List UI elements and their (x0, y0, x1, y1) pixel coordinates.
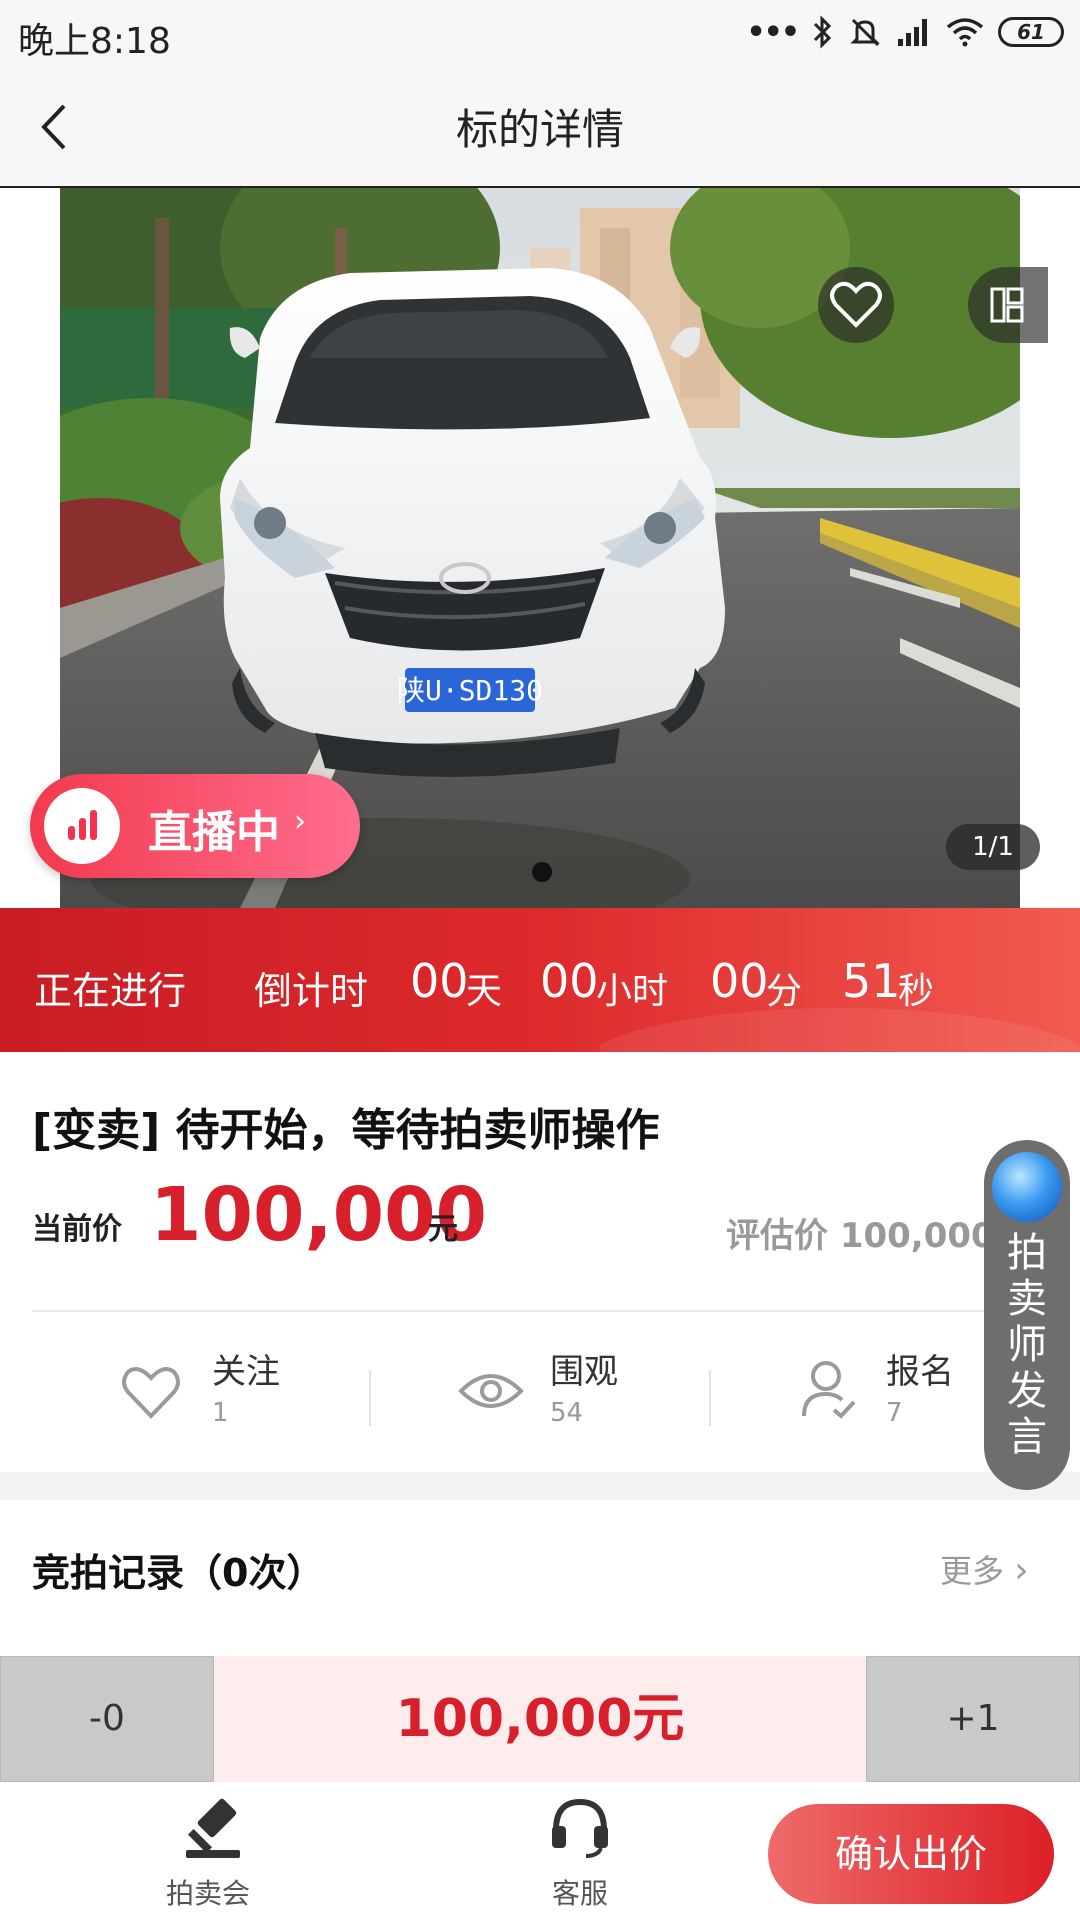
auctioneer-label-char: 拍 (1007, 1230, 1047, 1276)
auctioneer-label-char: 卖 (1007, 1276, 1047, 1322)
stat-signup[interactable]: 报名 7 (800, 1344, 1000, 1444)
countdown-label: 倒计时 (254, 969, 369, 1013)
stat-separator (709, 1370, 711, 1426)
favorite-button[interactable] (818, 267, 894, 343)
gallery-layout-button[interactable] (968, 267, 1048, 343)
heart-icon (122, 1367, 180, 1419)
stat-views: 围观 54 (458, 1344, 658, 1444)
live-stream-button[interactable]: 直播中 › (30, 774, 360, 878)
countdown-banner: 正在进行 倒计时 00 天 00 小时 00 分 51 秒 (0, 908, 1080, 1052)
auctioneer-label-char: 言 (1007, 1414, 1047, 1460)
auctioneer-speech-button[interactable]: 拍 卖 师 发 言 (984, 1140, 1070, 1490)
gavel-icon (186, 1798, 240, 1858)
increase-bid-button[interactable]: +1 (866, 1656, 1080, 1782)
auctioneer-label-char: 发 (1007, 1368, 1047, 1414)
countdown-hours-unit: 小时 (596, 971, 669, 1012)
countdown-seconds: 51 (842, 954, 901, 1008)
more-label: 更多 (940, 1552, 1005, 1590)
photo-gallery[interactable]: 陕U·SD130 直播中 › 1/1 (0, 188, 1080, 908)
bid-records-title: 竞拍记录（0次） (32, 1551, 325, 1595)
stat-signup-label: 报名 (886, 1352, 954, 1392)
status-icons: ••• 61 (746, 12, 1064, 52)
tab-auction-label: 拍卖会 (166, 1877, 251, 1910)
live-label: 直播中 (148, 807, 280, 858)
status-bar: 晚上8:18 ••• 61 (0, 0, 1080, 66)
bluetooth-icon (813, 15, 832, 49)
page-title: 标的详情 (455, 105, 624, 154)
mute-icon (850, 18, 880, 47)
current-price-unit: 元 (428, 1212, 458, 1247)
auctioneer-orb-icon (992, 1152, 1062, 1222)
eye-icon (458, 1374, 524, 1408)
stat-separator (369, 1370, 371, 1426)
live-bars-icon (44, 788, 120, 864)
countdown-seconds-unit: 秒 (898, 971, 935, 1012)
auctioneer-label-char: 师 (1007, 1322, 1047, 1368)
countdown-days-unit: 天 (466, 971, 503, 1012)
signal-icon (898, 19, 927, 46)
lot-info: [变卖] 待开始，等待拍卖师操作 当前价 100,000 元 评估价 100,0… (0, 1052, 1080, 1472)
photo-page-counter: 1/1 (946, 824, 1040, 870)
countdown-minutes-unit: 分 (766, 971, 803, 1012)
confirm-bid-button[interactable]: 确认出价 (768, 1804, 1054, 1904)
stat-follow-count: 1 (212, 1398, 229, 1428)
countdown-days: 00 (410, 954, 469, 1008)
carousel-dot[interactable] (532, 862, 552, 882)
tab-service[interactable]: 客服 (530, 1794, 630, 1914)
user-check-icon (802, 1361, 856, 1419)
headset-icon (552, 1798, 608, 1858)
divider (32, 1310, 1048, 1312)
stat-views-label: 围观 (550, 1352, 618, 1392)
stat-signup-count: 7 (886, 1398, 903, 1428)
auctioneer-label: 拍 卖 师 发 言 (984, 1230, 1070, 1460)
chevron-right-icon: › (294, 804, 306, 839)
more-dots-icon: ••• (746, 14, 800, 50)
stat-views-count: 54 (550, 1398, 584, 1428)
current-price-label: 当前价 (32, 1212, 122, 1247)
lot-title: [变卖] 待开始，等待拍卖师操作 (32, 1105, 660, 1156)
nav-bar: 标的详情 (0, 66, 1080, 188)
stat-follow[interactable]: 关注 1 (118, 1344, 318, 1444)
battery-icon: 61 (998, 17, 1064, 47)
chevron-right-icon: › (1014, 1550, 1029, 1591)
auction-status: 正在进行 (34, 969, 187, 1013)
tab-service-label: 客服 (552, 1877, 609, 1910)
stat-follow-label: 关注 (212, 1352, 280, 1392)
wifi-icon (946, 18, 984, 47)
bottom-bar: 拍卖会 客服 确认出价 (0, 1784, 1080, 1920)
countdown-hours: 00 (540, 954, 599, 1008)
bid-records-section: 竞拍记录（0次） 更多 › (0, 1500, 1080, 1656)
status-time: 晚上8:18 (18, 21, 171, 62)
tab-auction[interactable]: 拍卖会 (150, 1794, 280, 1914)
decrease-bid-button[interactable]: -0 (0, 1656, 214, 1782)
svg-text:陕U·SD130: 陕U·SD130 (397, 674, 543, 707)
bid-stepper: -0 100,000元 +1 (0, 1656, 1080, 1784)
countdown-minutes: 00 (710, 954, 769, 1008)
grid-layout-icon (990, 287, 1024, 323)
heart-outline-icon (830, 281, 882, 328)
bid-amount: 100,000元 (214, 1656, 866, 1782)
more-records-link[interactable]: 更多 › (940, 1546, 1029, 1592)
